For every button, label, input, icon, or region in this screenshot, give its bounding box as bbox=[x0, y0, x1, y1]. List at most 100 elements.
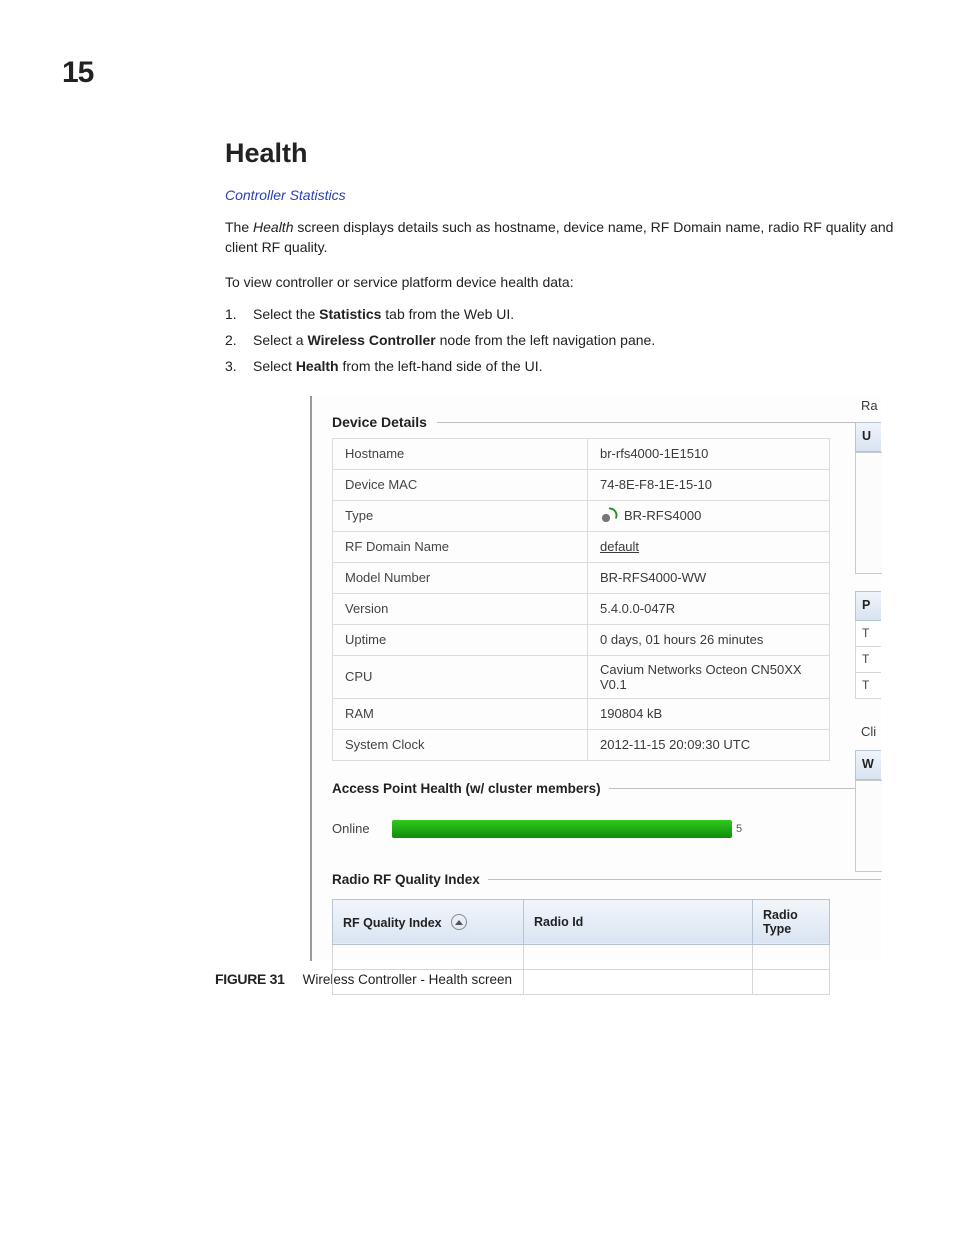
col-radio-type[interactable]: Radio Type bbox=[753, 899, 830, 944]
table-row: Device MAC 74-8E-F8-1E-15-10 bbox=[333, 469, 830, 500]
step-pre: Select the bbox=[253, 306, 319, 322]
table-row: RF Domain Name default bbox=[333, 531, 830, 562]
detail-label: RAM bbox=[333, 698, 588, 729]
detail-value-text: 74-8E-F8-1E-15-10 bbox=[600, 477, 712, 492]
radio-rf-quality-section: Radio RF Quality Index RF Quality Index … bbox=[312, 872, 881, 995]
sort-ascending-icon[interactable] bbox=[451, 914, 467, 930]
cutoff-cell-t3: T bbox=[855, 673, 881, 699]
health-screen: Device Details Hostname br-rfs4000-1E1510… bbox=[310, 396, 881, 961]
table-row: System Clock 2012-11-15 20:09:30 UTC bbox=[333, 729, 830, 760]
detail-value-text: 190804 kB bbox=[600, 706, 662, 721]
step-num: 2. bbox=[225, 332, 253, 348]
step-text: Select the Statistics tab from the Web U… bbox=[253, 306, 905, 322]
detail-value: Cavium Networks Octeon CN50XX V0.1 bbox=[588, 655, 830, 698]
detail-value-text: 2012-11-15 20:09:30 UTC bbox=[600, 737, 750, 752]
col-rfq-index-label: RF Quality Index bbox=[343, 916, 442, 930]
heading-health: Health bbox=[225, 138, 905, 169]
table-row bbox=[333, 944, 830, 969]
table-row: RAM 190804 kB bbox=[333, 698, 830, 729]
table-row: Hostname br-rfs4000-1E1510 bbox=[333, 438, 830, 469]
col-radio-id[interactable]: Radio Id bbox=[524, 899, 753, 944]
page-number: 15 bbox=[62, 56, 93, 90]
table-row: Model Number BR-RFS4000-WW bbox=[333, 562, 830, 593]
online-label: Online bbox=[332, 821, 392, 836]
detail-value-text: BR-RFS4000 bbox=[624, 508, 701, 523]
detail-label: CPU bbox=[333, 655, 588, 698]
detail-label: Hostname bbox=[333, 438, 588, 469]
step-num: 3. bbox=[225, 358, 253, 374]
detail-label: Model Number bbox=[333, 562, 588, 593]
detail-value: 2012-11-15 20:09:30 UTC bbox=[588, 729, 830, 760]
step-pre: Select a bbox=[253, 332, 307, 348]
detail-value-text: Cavium Networks Octeon CN50XX V0.1 bbox=[600, 662, 802, 692]
detail-label: Version bbox=[333, 593, 588, 624]
rule bbox=[488, 879, 881, 880]
detail-value: 74-8E-F8-1E-15-10 bbox=[588, 469, 830, 500]
online-bar bbox=[392, 820, 732, 838]
detail-label: RF Domain Name bbox=[333, 531, 588, 562]
paragraph-lead: To view controller or service platform d… bbox=[225, 272, 905, 292]
step-3: 3. Select Health from the left-hand side… bbox=[225, 358, 905, 374]
table-row: Uptime 0 days, 01 hours 26 minutes bbox=[333, 624, 830, 655]
para1-b: screen displays details such as hostname… bbox=[225, 219, 893, 255]
step-2: 2. Select a Wireless Controller node fro… bbox=[225, 332, 905, 348]
col-rfq-index[interactable]: RF Quality Index bbox=[333, 899, 524, 944]
cutoff-box-1 bbox=[855, 452, 882, 574]
steps-list: 1. Select the Statistics tab from the We… bbox=[225, 306, 905, 374]
detail-value-text[interactable]: default bbox=[600, 539, 639, 554]
step-post: node from the left navigation pane. bbox=[436, 332, 655, 348]
device-details-label: Device Details bbox=[332, 414, 427, 430]
detail-value-text: BR-RFS4000-WW bbox=[600, 570, 706, 585]
step-bold: Statistics bbox=[319, 306, 381, 322]
table-row: CPU Cavium Networks Octeon CN50XX V0.1 bbox=[333, 655, 830, 698]
cutoff-header-w: W bbox=[855, 750, 881, 780]
device-details-table: Hostname br-rfs4000-1E1510 Device MAC 74-8E… bbox=[332, 438, 830, 761]
ap-health-label: Access Point Health (w/ cluster members) bbox=[332, 781, 601, 796]
ap-health-section: Access Point Health (w/ cluster members)… bbox=[312, 781, 881, 838]
detail-value: 0 days, 01 hours 26 minutes bbox=[588, 624, 830, 655]
cutoff-box-2 bbox=[855, 780, 882, 872]
device-details-title: Device Details bbox=[312, 414, 881, 430]
detail-value: 190804 kB bbox=[588, 698, 830, 729]
radio-rfq-label: Radio RF Quality Index bbox=[332, 872, 480, 887]
cutoff-header-p: P bbox=[855, 591, 881, 621]
detail-value-text: 0 days, 01 hours 26 minutes bbox=[600, 632, 763, 647]
access-point-icon bbox=[600, 510, 618, 522]
breadcrumb-link[interactable]: Controller Statistics bbox=[225, 187, 905, 203]
ap-health-title: Access Point Health (w/ cluster members) bbox=[332, 781, 881, 796]
page: 15 Health Controller Statistics The Heal… bbox=[0, 0, 954, 1235]
detail-label: Uptime bbox=[333, 624, 588, 655]
right-cutoff-column: Ra U P T T T Cli W bbox=[855, 396, 881, 961]
detail-value: BR-RFS4000-WW bbox=[588, 562, 830, 593]
detail-value: default bbox=[588, 531, 830, 562]
detail-value: br-rfs4000-1E1510 bbox=[588, 438, 830, 469]
detail-value-text: 5.4.0.0-047R bbox=[600, 601, 675, 616]
detail-value-text: br-rfs4000-1E1510 bbox=[600, 446, 708, 461]
step-post: from the left-hand side of the UI. bbox=[339, 358, 543, 374]
screenshot-figure: Device Details Hostname br-rfs4000-1E1510… bbox=[225, 396, 905, 987]
para1-health: Health bbox=[253, 219, 293, 235]
cutoff-cell-t1: T bbox=[855, 621, 881, 647]
step-text: Select Health from the left-hand side of… bbox=[253, 358, 905, 374]
paragraph-intro: The Health screen displays details such … bbox=[225, 217, 905, 258]
table-row: Version 5.4.0.0-047R bbox=[333, 593, 830, 624]
step-text: Select a Wireless Controller node from t… bbox=[253, 332, 905, 348]
step-num: 1. bbox=[225, 306, 253, 322]
detail-label: System Clock bbox=[333, 729, 588, 760]
detail-value: 5.4.0.0-047R bbox=[588, 593, 830, 624]
table-row: Type BR-RFS4000 bbox=[333, 500, 830, 531]
online-value: 5 bbox=[736, 823, 742, 835]
cutoff-label-ra: Ra bbox=[861, 398, 878, 413]
detail-label: Type bbox=[333, 500, 588, 531]
detail-label: Device MAC bbox=[333, 469, 588, 500]
radio-rfq-title: Radio RF Quality Index bbox=[332, 872, 881, 887]
rule bbox=[437, 421, 881, 423]
rule bbox=[609, 788, 881, 789]
main-content: Health Controller Statistics The Health … bbox=[225, 138, 905, 987]
step-1: 1. Select the Statistics tab from the We… bbox=[225, 306, 905, 322]
cutoff-header-u: U bbox=[855, 422, 881, 452]
online-bar-fill bbox=[392, 820, 732, 838]
table-row bbox=[333, 969, 830, 994]
cutoff-label-cli: Cli bbox=[861, 724, 876, 739]
step-pre: Select bbox=[253, 358, 296, 374]
